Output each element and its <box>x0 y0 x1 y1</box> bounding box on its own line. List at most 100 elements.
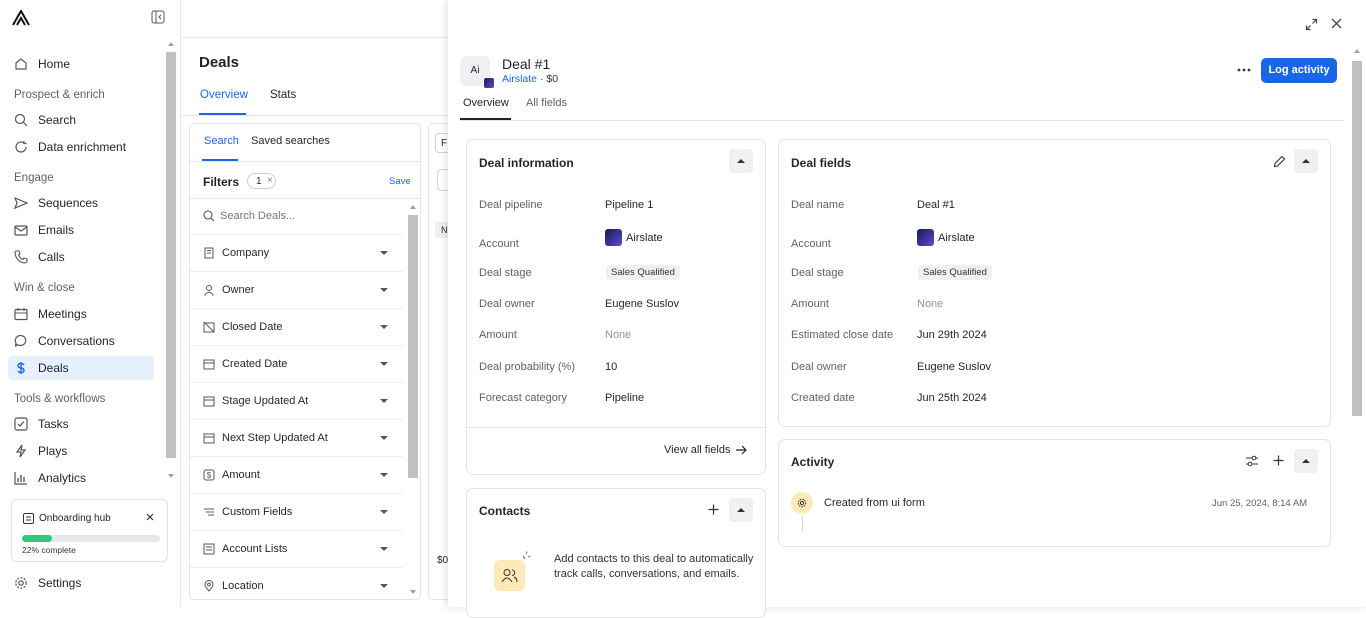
sidebar-item-home[interactable]: Home <box>8 52 154 76</box>
field-value-account[interactable]: Airslate <box>605 229 663 246</box>
panel-scroll-thumb[interactable] <box>1352 61 1362 416</box>
sidebar-scrollbar[interactable] <box>164 40 178 482</box>
save-filters-link[interactable]: Save <box>389 176 411 187</box>
sidebar-item-analytics[interactable]: Analytics <box>8 466 154 490</box>
collapse-button[interactable] <box>729 498 753 522</box>
field-label: Deal stage <box>791 267 844 279</box>
field-label: Deal stage <box>479 267 532 279</box>
filter-location[interactable]: Location <box>190 567 403 599</box>
filter-created-date[interactable]: Created Date <box>190 345 403 382</box>
user-icon <box>204 285 214 296</box>
collapse-sidebar-icon[interactable] <box>151 10 165 24</box>
filter-label: Closed Date <box>222 321 283 333</box>
filter-stage-updated-at[interactable]: Stage Updated At <box>190 382 403 419</box>
clear-filters-icon[interactable]: × <box>267 175 273 186</box>
mail-icon <box>14 225 28 236</box>
sidebar-item-calls[interactable]: Calls <box>8 245 154 269</box>
tab-overview[interactable]: Overview <box>200 89 248 101</box>
field-value-account[interactable]: Airslate <box>917 229 975 246</box>
onboarding-hub-card[interactable]: Onboarding hub 22% complete <box>11 499 168 562</box>
tab-stats[interactable]: Stats <box>270 89 296 101</box>
close-icon[interactable] <box>145 512 155 522</box>
more-options-icon[interactable] <box>1237 68 1251 72</box>
deal-fields-card: Deal fields Deal name Deal #1 Account Ai… <box>778 139 1331 427</box>
stage-badge[interactable]: Sales Qualified <box>606 265 680 280</box>
panel-scrollbar[interactable] <box>1350 46 1364 607</box>
filter-amount[interactable]: $ Amount <box>190 456 403 493</box>
sidebar-item-deals[interactable]: Deals <box>8 356 154 380</box>
field-value-created-date[interactable]: Jun 25th 2024 <box>917 392 987 404</box>
search-deals-input[interactable] <box>220 208 390 224</box>
field-value-owner[interactable]: Eugene Suslov <box>917 361 991 373</box>
field-value-probability[interactable]: 10 <box>605 361 617 373</box>
sidebar-item-emails[interactable]: Emails <box>8 218 154 242</box>
activity-timestamp: Jun 25, 2024, 8:14 AM <box>1212 498 1308 509</box>
results-peek-text: F <box>441 138 448 149</box>
edit-pencil-icon[interactable] <box>1273 155 1286 168</box>
sidebar-item-tasks[interactable]: Tasks <box>8 412 154 436</box>
filter-account-lists[interactable]: Account Lists <box>190 530 403 567</box>
field-value-deal-name[interactable]: Deal #1 <box>917 199 955 211</box>
sidebar-item-conversations[interactable]: Conversations <box>8 329 154 353</box>
card-title: Contacts <box>479 504 531 518</box>
field-value-amount[interactable]: None <box>917 298 943 310</box>
sidebar-item-settings[interactable]: Settings <box>8 571 154 595</box>
filter-custom-fields[interactable]: Custom Fields <box>190 493 403 530</box>
chevron-down-icon <box>380 325 388 329</box>
tab-search[interactable]: Search <box>204 135 239 147</box>
calendar-icon <box>203 396 215 407</box>
field-value-forecast[interactable]: Pipeline <box>605 392 644 404</box>
tab-saved-searches[interactable]: Saved searches <box>251 135 330 147</box>
sidebar-item-sequences[interactable]: Sequences <box>8 191 154 215</box>
onboarding-progress-fill <box>22 535 53 542</box>
phone-icon <box>14 250 28 264</box>
field-value-amount[interactable]: None <box>605 329 631 341</box>
filter-owner[interactable]: Owner <box>190 271 403 308</box>
filters-label: Filters <box>203 175 240 189</box>
account-link[interactable]: Airslate <box>502 73 537 85</box>
collapse-button[interactable] <box>729 149 753 173</box>
account-logo <box>483 77 495 89</box>
sidebar: Home Prospect & enrich Search Data enric… <box>0 0 181 607</box>
filter-count-badge[interactable]: 1 × <box>247 173 276 189</box>
filter-label: Company <box>222 247 270 259</box>
app-logo-icon[interactable] <box>12 10 30 26</box>
filter-next-step-updated-at[interactable]: Next Step Updated At <box>190 419 403 456</box>
sidebar-item-data-enrichment[interactable]: Data enrichment <box>8 135 154 159</box>
sidebar-item-label: Tasks <box>38 417 69 431</box>
stage-badge[interactable]: Sales Qualified <box>918 265 992 280</box>
view-all-fields-link[interactable]: View all fields <box>664 444 748 456</box>
close-icon[interactable] <box>1331 18 1342 29</box>
filter-label: Account Lists <box>222 543 288 555</box>
log-activity-label: Log activity <box>1268 64 1330 76</box>
sidebar-item-label: Search <box>38 113 77 127</box>
tab-all-fields[interactable]: All fields <box>526 97 567 109</box>
tab-panel-overview[interactable]: Overview <box>463 97 509 109</box>
calendar-icon <box>203 359 215 370</box>
sidebar-item-plays[interactable]: Plays <box>8 439 154 463</box>
filter-sliders-icon[interactable] <box>1245 455 1259 467</box>
sidebar-scroll-thumb[interactable] <box>166 52 176 458</box>
deal-detail-panel: Ai Deal #1 Airslate · $0 Log activity Ov… <box>448 0 1366 618</box>
log-activity-button[interactable]: Log activity <box>1261 58 1337 83</box>
onboarding-progress-bar <box>22 535 160 542</box>
sidebar-item-search[interactable]: Search <box>8 108 154 132</box>
sidebar-item-meetings[interactable]: Meetings <box>8 302 154 326</box>
filter-closed-date[interactable]: Closed Date <box>190 308 403 345</box>
expand-icon[interactable] <box>1305 18 1318 31</box>
filter-count: 1 <box>256 176 262 187</box>
field-value-owner[interactable]: Eugene Suslov <box>605 298 679 310</box>
collapse-button[interactable] <box>1294 449 1318 473</box>
field-value-pipeline[interactable]: Pipeline 1 <box>605 199 653 211</box>
filters-scrollbar[interactable] <box>406 203 420 599</box>
filters-scroll-thumb[interactable] <box>408 215 418 478</box>
collapse-button[interactable] <box>1294 149 1318 173</box>
sparkle-icon <box>522 551 531 560</box>
gear-icon <box>15 577 27 589</box>
add-activity-icon[interactable] <box>1273 455 1284 466</box>
field-value-close-date[interactable]: Jun 29th 2024 <box>917 329 987 341</box>
gear-icon <box>797 498 807 508</box>
add-contact-icon[interactable] <box>708 504 719 515</box>
sidebar-item-label: Sequences <box>38 196 99 210</box>
filter-company[interactable]: Company <box>190 234 403 271</box>
